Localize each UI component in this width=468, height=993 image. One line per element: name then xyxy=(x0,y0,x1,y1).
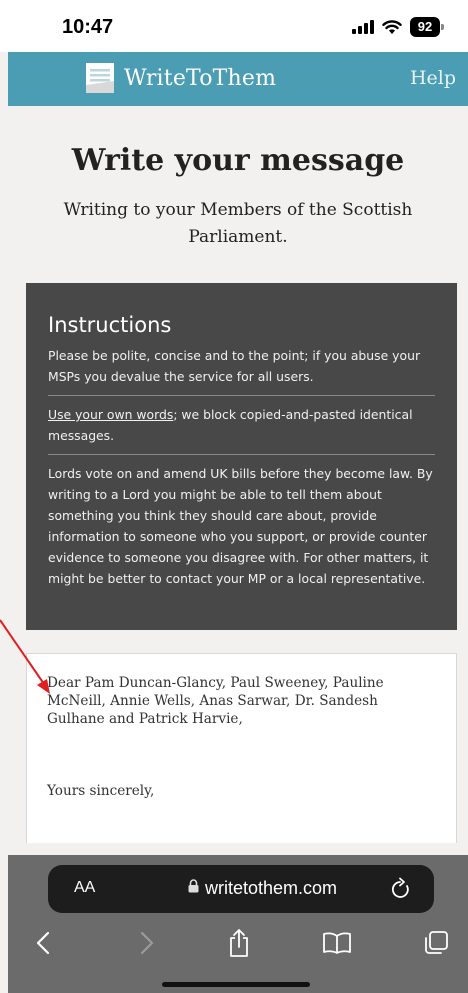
message-textarea[interactable]: Dear Pam Duncan-Glancy, Paul Sweeney, Pa… xyxy=(26,653,457,843)
status-bar: 10:47 92 xyxy=(0,0,468,52)
instructions-panel: Instructions Please be polite, concise a… xyxy=(26,283,457,630)
app-header: WriteToThem Help xyxy=(8,52,468,106)
app-name: WriteToThem xyxy=(124,65,277,91)
help-link[interactable]: Help xyxy=(410,67,456,89)
bookmarks-icon[interactable] xyxy=(320,925,354,961)
share-icon[interactable] xyxy=(224,925,254,961)
instructions-lords: Lords vote on and amend UK bills before … xyxy=(48,466,433,586)
instructions-heading: Instructions xyxy=(48,313,172,337)
instructions-own-words: Use your own words; we block copied-and-… xyxy=(48,404,435,446)
message-salutation: Dear Pam Duncan-Glancy, Paul Sweeney, Pa… xyxy=(47,675,384,727)
browser-toolbar: AA writetothem.com xyxy=(8,855,468,993)
text-size-label: AA xyxy=(74,879,96,896)
divider xyxy=(48,395,435,396)
home-indicator xyxy=(162,982,310,987)
divider xyxy=(48,454,435,455)
reload-icon[interactable] xyxy=(390,877,412,906)
document-logo-icon xyxy=(84,61,116,95)
lock-icon xyxy=(188,879,199,898)
url-display[interactable]: writetothem.com xyxy=(188,878,337,899)
wifi-icon xyxy=(382,19,402,35)
status-time: 10:47 xyxy=(62,16,114,38)
signal-icon xyxy=(352,20,374,34)
page-subtitle: Writing to your Members of the Scottish … xyxy=(63,200,413,247)
forward-icon[interactable] xyxy=(132,925,162,961)
message-signoff: Yours sincerely, xyxy=(47,783,155,799)
battery-icon: 92 xyxy=(410,17,444,37)
red-arrow-annotation xyxy=(0,619,50,694)
instructions-politeness: Please be polite, concise and to the poi… xyxy=(48,348,421,384)
back-icon[interactable] xyxy=(28,925,58,961)
url-text: writetothem.com xyxy=(205,878,338,898)
own-words-link[interactable]: Use your own words xyxy=(48,407,173,422)
tabs-icon[interactable] xyxy=(420,925,452,961)
text-size-button[interactable]: AA xyxy=(74,879,95,897)
status-icons: 92 xyxy=(352,16,444,38)
logo[interactable]: WriteToThem xyxy=(84,61,276,95)
page-title: Write your message xyxy=(71,143,405,178)
address-bar[interactable]: AA writetothem.com xyxy=(48,865,434,913)
browser-nav-row xyxy=(8,925,468,965)
